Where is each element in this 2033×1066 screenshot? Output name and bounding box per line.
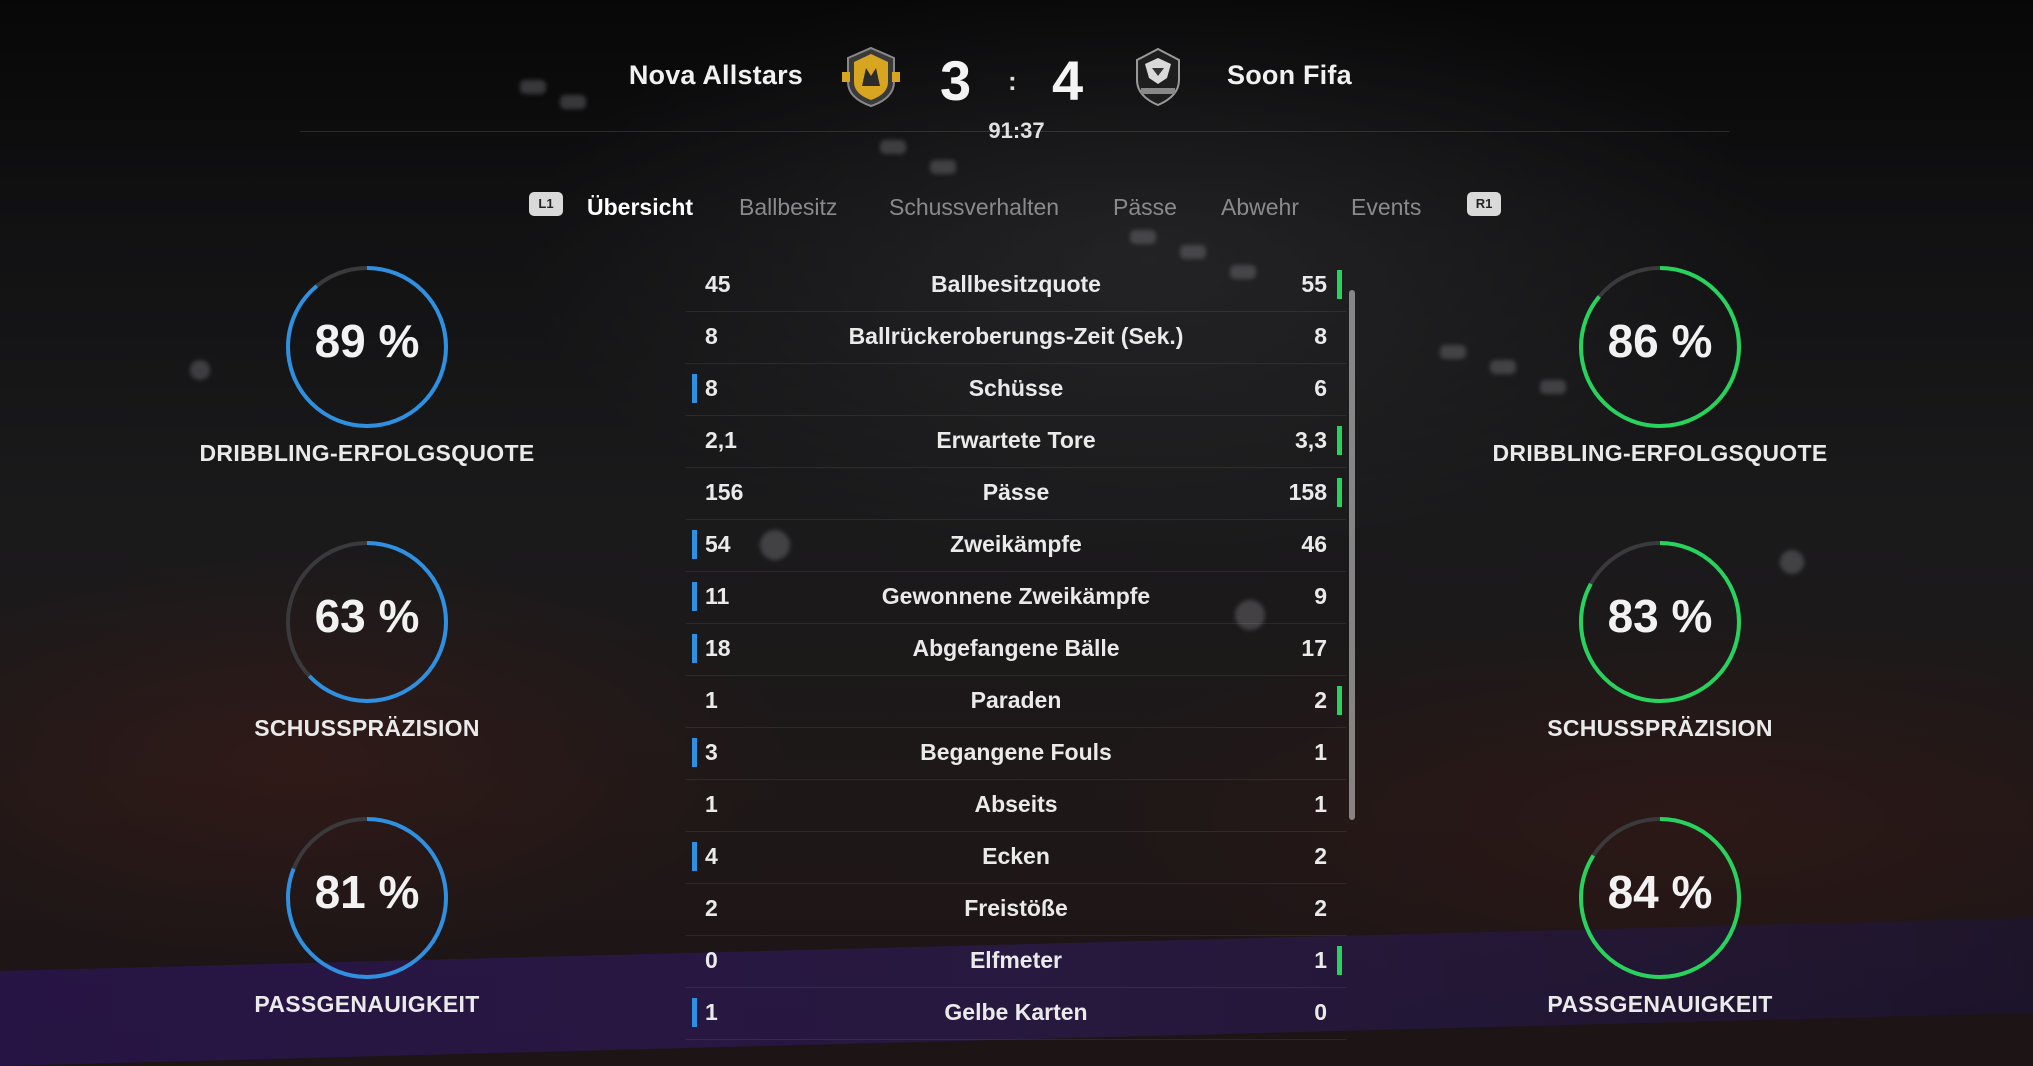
stat-away-value: 1 <box>1314 739 1327 765</box>
gauge-value: 89 % <box>314 315 420 367</box>
away-team-name: Soon Fifa <box>1227 60 1352 90</box>
stat-row: 1 Paraden 2 <box>686 676 1346 728</box>
stat-label: Elfmeter <box>969 947 1063 973</box>
stat-label: Gelbe Karten <box>944 999 1088 1025</box>
stat-row: 2 Freistöße 2 <box>686 884 1346 936</box>
home-gauge: 81 % PASSGENAUIGKEIT <box>157 813 577 1043</box>
stat-label: Pässe <box>982 479 1050 505</box>
stat-away-value: 1 <box>1314 947 1327 973</box>
header-divider <box>300 131 1730 132</box>
stat-away-value: 3,3 <box>1295 427 1327 453</box>
home-score: 3 <box>940 49 972 112</box>
stat-row: 156 Pässe 158 <box>686 468 1346 520</box>
stat-label: Begangene Fouls <box>920 739 1112 765</box>
tab-ball-possession[interactable]: Ballbesitz <box>739 194 837 221</box>
stat-away-value: 8 <box>1314 323 1327 349</box>
stat-row: 1 Abseits 1 <box>686 780 1346 832</box>
stat-row: 8 Ballrückeroberungs-Zeit (Sek.) 8 <box>686 312 1346 364</box>
gauge-value: 63 % <box>314 590 420 642</box>
l1-button-icon[interactable]: L1 <box>529 192 563 216</box>
stat-label: Gewonnene Zweikämpfe <box>881 583 1151 609</box>
stat-row: 1 Gelbe Karten 0 <box>686 988 1346 1040</box>
stat-label: Paraden <box>970 687 1062 713</box>
gauge-value: 83 % <box>1607 590 1713 642</box>
score-separator: : <box>1008 66 1017 96</box>
tab-events[interactable]: Events <box>1351 194 1421 221</box>
stat-label: Schüsse <box>968 375 1064 401</box>
stat-label: Ballrückeroberungs-Zeit (Sek.) <box>848 323 1184 349</box>
stat-row: 8 Schüsse 6 <box>686 364 1346 416</box>
away-gauge: 83 % SCHUSSPRÄZISION <box>1450 537 1870 767</box>
stat-label: Freistöße <box>964 895 1068 921</box>
stat-label: Zweikämpfe <box>950 531 1082 557</box>
home-gauge: 89 % DRIBBLING-ERFOLGSQUOTE <box>157 262 577 492</box>
stat-away-value: 9 <box>1314 583 1327 609</box>
stat-away-value: 55 <box>1301 271 1327 297</box>
stats-tab-bar: L1 Übersicht Ballbesitz Schussverhalten … <box>0 190 2033 228</box>
home-team-crest-icon <box>840 46 902 108</box>
gauge-label: PASSGENAUIGKEIT <box>1547 991 1773 1017</box>
gauge-value: 84 % <box>1607 866 1713 918</box>
gauge-value: 86 % <box>1607 315 1713 367</box>
stat-row: 18 Abgefangene Bälle 17 <box>686 624 1346 676</box>
away-score: 4 <box>1052 49 1084 112</box>
stat-away-value: 2 <box>1314 687 1327 713</box>
tab-defense[interactable]: Abwehr <box>1221 194 1299 221</box>
stat-label: Erwartete Tore <box>936 427 1096 453</box>
stat-row: 3 Begangene Fouls 1 <box>686 728 1346 780</box>
stat-away-value: 46 <box>1301 531 1327 557</box>
tab-overview[interactable]: Übersicht <box>587 194 693 221</box>
stat-away-value: 0 <box>1314 999 1327 1025</box>
stat-away-value: 2 <box>1314 895 1327 921</box>
scoreboard-header: Nova Allstars 3 : 4 Soon Fifa 91:37 <box>0 0 2033 143</box>
stats-table: 45 Ballbesitzquote 55 8 Ballrückeroberungs-Z… <box>686 260 1346 1040</box>
home-team-name: Nova Allstars <box>628 60 803 90</box>
stat-row: 2,1 Erwartete Tore 3,3 <box>686 416 1346 468</box>
stat-away-value: 17 <box>1301 635 1327 661</box>
stat-away-value: 6 <box>1314 375 1327 401</box>
stat-label: Abseits <box>974 791 1058 817</box>
gauge-label: DRIBBLING-ERFOLGSQUOTE <box>199 440 535 466</box>
stats-scrollbar[interactable] <box>1349 290 1355 820</box>
stat-row: 11 Gewonnene Zweikämpfe 9 <box>686 572 1346 624</box>
stat-away-value: 158 <box>1288 479 1327 505</box>
gauge-label: SCHUSSPRÄZISION <box>254 715 480 741</box>
stat-label: Ballbesitzquote <box>931 271 1101 297</box>
stat-row: 54 Zweikämpfe 46 <box>686 520 1346 572</box>
stat-label: Abgefangene Bälle <box>912 635 1120 661</box>
gauge-label: PASSGENAUIGKEIT <box>254 991 480 1017</box>
stat-row: 45 Ballbesitzquote 55 <box>686 260 1346 312</box>
stat-away-value: 2 <box>1314 843 1327 869</box>
home-gauge: 63 % SCHUSSPRÄZISION <box>157 537 577 767</box>
stat-label: Ecken <box>982 843 1050 869</box>
gauge-value: 81 % <box>314 866 420 918</box>
away-gauge: 86 % DRIBBLING-ERFOLGSQUOTE <box>1450 262 1870 492</box>
r1-button-icon[interactable]: R1 <box>1467 192 1501 216</box>
stat-row: 4 Ecken 2 <box>686 832 1346 884</box>
tab-passes[interactable]: Pässe <box>1113 194 1177 221</box>
away-team-crest-icon <box>1127 46 1189 108</box>
stat-row: 0 Elfmeter 1 <box>686 936 1346 988</box>
tab-shooting[interactable]: Schussverhalten <box>889 194 1059 221</box>
gauge-label: DRIBBLING-ERFOLGSQUOTE <box>1492 440 1828 466</box>
stat-away-value: 1 <box>1314 791 1327 817</box>
away-gauge: 84 % PASSGENAUIGKEIT <box>1450 813 1870 1043</box>
gauge-label: SCHUSSPRÄZISION <box>1547 715 1773 741</box>
